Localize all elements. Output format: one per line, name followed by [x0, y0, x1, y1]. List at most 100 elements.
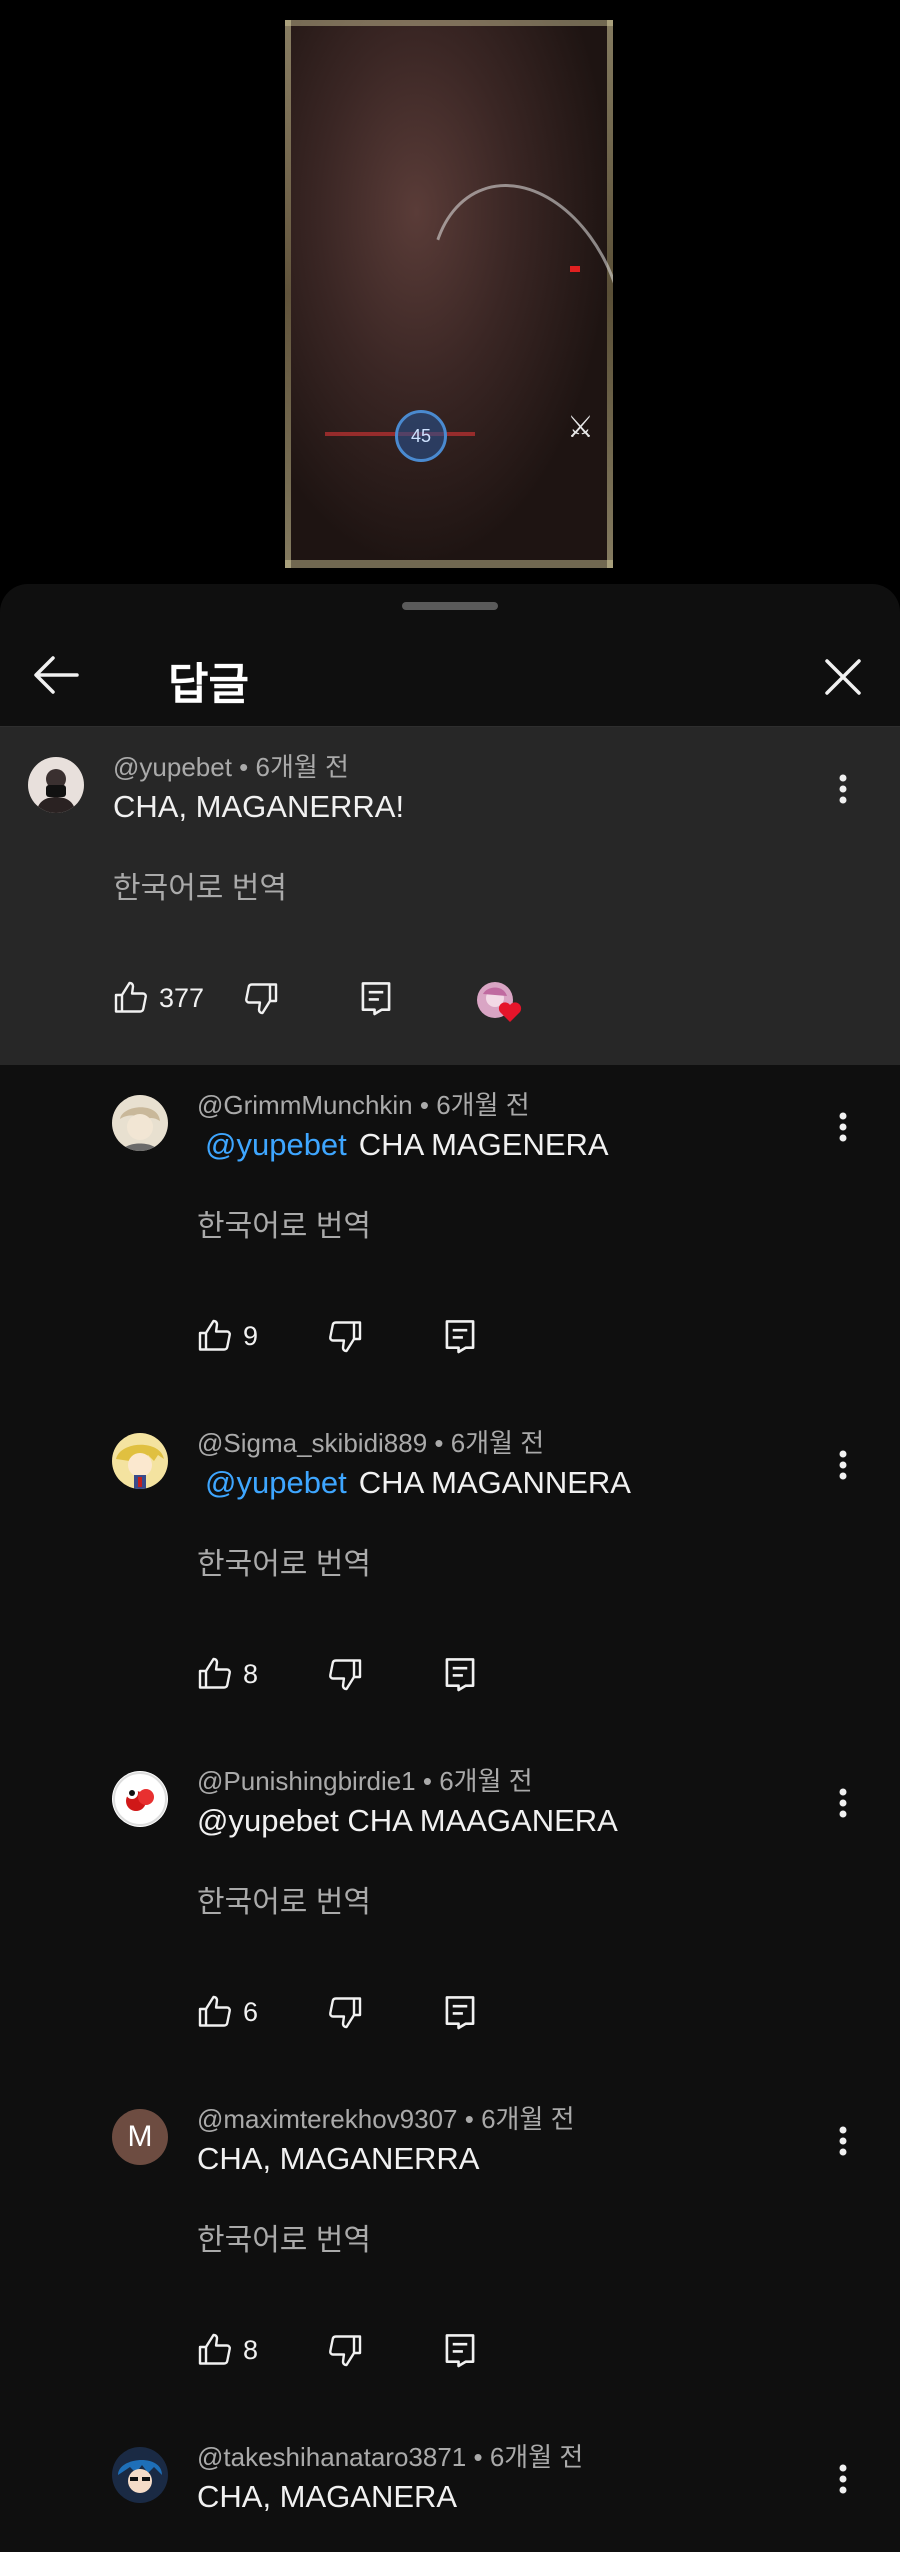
avatar[interactable] — [112, 1433, 168, 1489]
dislike-button[interactable] — [327, 1656, 363, 1692]
like-button[interactable]: 8 — [197, 2332, 258, 2368]
translate-link[interactable]: 한국어로 번역 — [197, 1201, 371, 1245]
dislike-button[interactable] — [243, 980, 279, 1016]
close-button[interactable] — [818, 652, 868, 702]
thumb-up-icon — [114, 981, 147, 1013]
reply-button[interactable] — [444, 1318, 476, 1354]
comment-time: 6개월 전 — [489, 2442, 584, 2472]
creator-heart-badge — [475, 980, 525, 1026]
comment-menu-button[interactable] — [823, 1103, 863, 1151]
reply-icon — [445, 1658, 475, 1692]
like-count: 8 — [243, 2334, 259, 2365]
comment-time: 6개월 전 — [255, 752, 349, 782]
reply-comment: @Punishingbirdie1 • 6개월 전 @yupebet CHA M… — [0, 1741, 900, 2079]
comment-text: @yupebet CHA MAAGANERA — [197, 1803, 618, 1838]
comment-author[interactable]: @GrimmMunchkin — [197, 1090, 413, 1120]
comment-text: @yupebet CHA MAGENERA — [205, 1127, 609, 1162]
comment-menu-button[interactable] — [823, 2455, 863, 2503]
dislike-button[interactable] — [327, 2332, 363, 2368]
comment-text: @yupebet CHA MAGANNERA — [205, 1465, 631, 1500]
creator-heart-icon — [477, 982, 522, 1022]
comment-text: CHA, MAGANERRA! — [113, 789, 405, 824]
drag-handle[interactable] — [402, 602, 498, 610]
reply-icon — [361, 982, 391, 1016]
more-vertical-icon — [839, 1450, 847, 1480]
comment-author[interactable]: @yupebet — [113, 752, 232, 782]
sheet-header: 답글 — [0, 624, 900, 727]
dislike-button[interactable] — [327, 1318, 363, 1354]
comment-text: CHA, MAGANERA — [197, 2479, 458, 2514]
comment-actions: 9 — [197, 1318, 497, 1366]
reply-comment: @takeshihanataro3871 • 6개월 전 CHA, MAGANE… — [0, 2417, 900, 2552]
comment-menu-button[interactable] — [823, 1441, 863, 1489]
thumb-down-icon — [329, 2335, 362, 2367]
thumb-down-icon — [329, 1659, 362, 1691]
like-count: 6 — [243, 1996, 259, 2027]
avatar[interactable] — [112, 1771, 168, 1827]
comment-author[interactable]: @maximterekhov9307 — [197, 2104, 458, 2134]
like-button[interactable]: 9 — [197, 1318, 258, 1354]
comment-author[interactable]: @takeshihanataro3871 — [197, 2442, 466, 2472]
thumb-up-icon — [198, 1657, 231, 1689]
replies-sheet: 답글 @yupebet • 6개월 전 CHA, MAGANERRA! 한국어로… — [0, 584, 900, 2552]
more-vertical-icon — [839, 2126, 847, 2156]
comment-actions: 377 — [113, 980, 553, 1028]
sheet-title: 답글 — [168, 660, 249, 709]
comment-text: CHA, MAGANERRA — [197, 2141, 480, 2176]
avatar[interactable] — [28, 757, 84, 813]
reply-icon — [445, 2334, 475, 2368]
reply-button[interactable] — [360, 980, 392, 1016]
like-count: 377 — [159, 982, 205, 1013]
comment-actions: 8 — [197, 2332, 497, 2380]
more-vertical-icon — [839, 774, 847, 804]
video-player[interactable]: 45 ⚔ — [0, 0, 900, 600]
comment-actions: 8 — [197, 1656, 497, 1704]
reply-button[interactable] — [444, 1994, 476, 2030]
parent-comment: @yupebet • 6개월 전 CHA, MAGANERRA! 한국어로 번역… — [0, 727, 900, 1065]
back-button[interactable] — [30, 652, 82, 698]
mention-link[interactable]: @yupebet — [205, 1127, 347, 1162]
thumb-down-icon — [245, 983, 278, 1015]
more-vertical-icon — [839, 1112, 847, 1142]
dislike-button[interactable] — [327, 1994, 363, 2030]
avatar[interactable]: M — [112, 2109, 168, 2165]
like-button[interactable]: 8 — [197, 1656, 258, 1692]
thumb-up-icon — [198, 1319, 231, 1351]
avatar[interactable] — [112, 2447, 168, 2503]
reply-button[interactable] — [444, 1656, 476, 1692]
like-count: 9 — [243, 1320, 259, 1351]
video-badge: 45 — [395, 410, 447, 462]
like-count: 8 — [243, 1658, 259, 1689]
translate-link[interactable]: 한국어로 번역 — [197, 2215, 371, 2259]
reply-comment: @GrimmMunchkin • 6개월 전 @yupebet CHA MAGEN… — [0, 1065, 900, 1403]
reply-icon — [445, 1996, 475, 2030]
comment-author[interactable]: @Punishingbirdie1 — [197, 1766, 416, 1796]
more-vertical-icon — [839, 1788, 847, 1818]
thumb-up-icon — [198, 1995, 231, 2027]
translate-link[interactable]: 한국어로 번역 — [197, 1539, 371, 1583]
comment-time: 6개월 전 — [436, 1090, 530, 1120]
avatar[interactable] — [112, 1095, 168, 1151]
comment-actions: 6 — [197, 1994, 497, 2042]
thumb-down-icon — [329, 1997, 362, 2029]
more-vertical-icon — [839, 2464, 847, 2494]
comment-menu-button[interactable] — [823, 2117, 863, 2165]
reply-comment: @Sigma_skibidi889 • 6개월 전 @yupebet CHA MA… — [0, 1403, 900, 1741]
translate-link[interactable]: 한국어로 번역 — [197, 1877, 371, 1921]
like-button[interactable]: 377 — [113, 980, 204, 1016]
translate-link[interactable]: 한국어로 번역 — [113, 863, 287, 907]
mention-link[interactable]: @yupebet — [205, 1465, 347, 1500]
thumb-up-icon — [198, 2333, 231, 2365]
thumb-down-icon — [329, 1321, 362, 1353]
comment-time: 6개월 전 — [439, 1766, 533, 1796]
comment-menu-button[interactable] — [823, 765, 863, 813]
like-button[interactable]: 6 — [197, 1994, 258, 2030]
video-frame: 45 ⚔ — [285, 20, 613, 568]
reply-comment: M @maximterekhov9307 • 6개월 전 CHA, MAGANE… — [0, 2079, 900, 2417]
video-scene-light — [570, 266, 580, 272]
comment-menu-button[interactable] — [823, 1779, 863, 1827]
comment-author[interactable]: @Sigma_skibidi889 — [197, 1428, 427, 1458]
close-icon — [825, 659, 861, 695]
reply-button[interactable] — [444, 2332, 476, 2368]
video-scene-figure: ⚔ — [567, 411, 594, 444]
